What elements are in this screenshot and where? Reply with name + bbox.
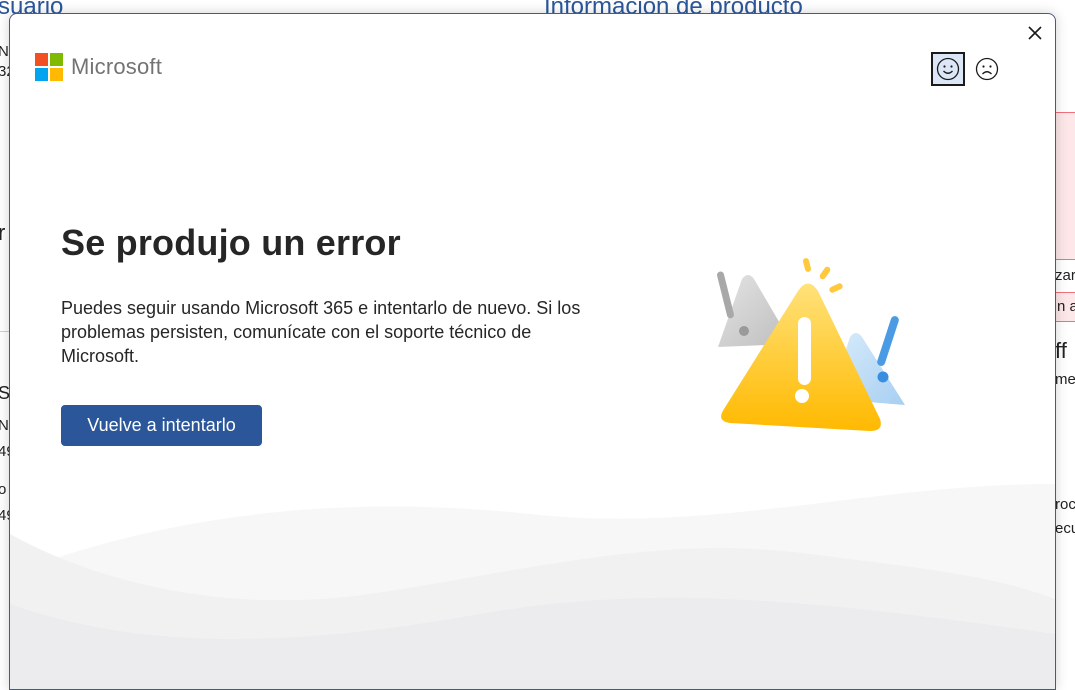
warning-triangle-illustration	[717, 258, 905, 431]
background-fragment: o	[0, 481, 7, 498]
microsoft-logo: Microsoft	[35, 53, 162, 81]
close-icon	[1028, 26, 1042, 40]
retry-button[interactable]: Vuelve a intentarlo	[61, 405, 262, 446]
feedback-negative-button[interactable]	[970, 52, 1004, 86]
error-dialog: Microsoft Se produjo un error Puedes seg…	[9, 13, 1056, 690]
background-fragment: me	[1055, 371, 1075, 388]
background-fragment: ff	[1055, 338, 1067, 363]
logo-square-green	[50, 53, 63, 66]
feedback-positive-button[interactable]	[931, 52, 965, 86]
background-fragment: zar	[1055, 267, 1075, 284]
logo-square-red	[35, 53, 48, 66]
background-fragment: n ac	[1057, 298, 1075, 315]
frown-icon	[975, 57, 999, 81]
background-fragment: roc	[1055, 496, 1075, 513]
background-fragment: ecu	[1055, 520, 1075, 537]
logo-square-blue	[35, 68, 48, 81]
error-title: Se produjo un error	[61, 222, 401, 263]
close-button[interactable]	[1024, 22, 1046, 44]
microsoft-logo-icon	[35, 53, 63, 81]
error-message: Puedes seguir usando Microsoft 365 e int…	[61, 298, 581, 366]
smile-icon	[936, 57, 960, 81]
microsoft-wordmark: Microsoft	[71, 54, 163, 79]
background-fragment: N	[0, 417, 9, 434]
logo-square-yellow	[50, 68, 63, 81]
background-fragment: r	[0, 220, 6, 245]
